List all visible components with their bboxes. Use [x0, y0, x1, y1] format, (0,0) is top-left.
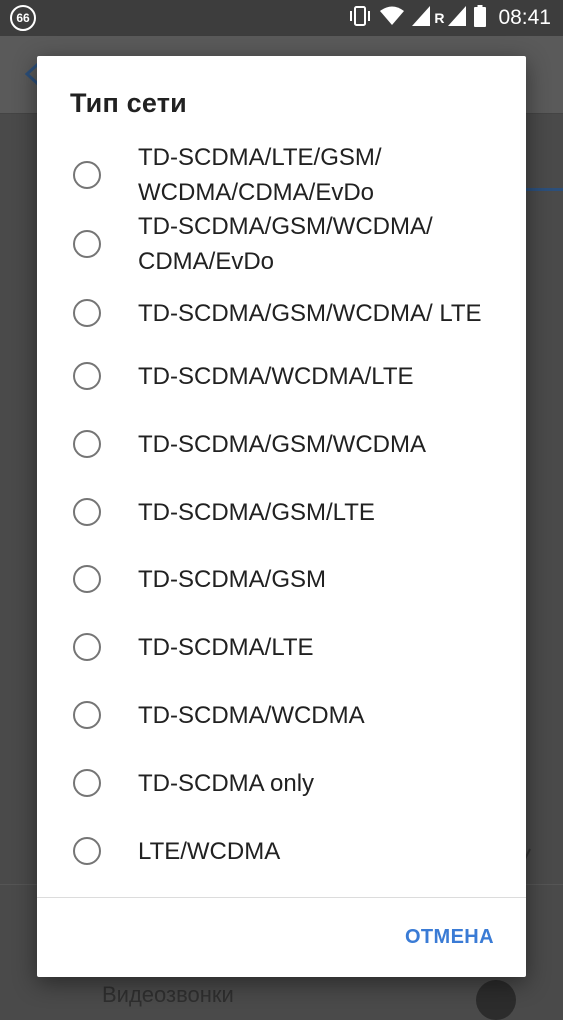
radio-button[interactable]: [73, 769, 101, 797]
option-label: TD-SCDMA/GSM/LTE: [138, 498, 375, 526]
radio-button[interactable]: [73, 161, 101, 189]
background-setting-label: Видеозвонки: [102, 982, 234, 1007]
background-toggle: [476, 980, 516, 1020]
option-row[interactable]: TD-SCDMA/GSM/WCDMA/ LTE: [37, 278, 526, 348]
option-label: TD-SCDMA/GSM: [138, 565, 326, 593]
option-label: TD-SCDMA/GSM/WCDMA/ CDMA/EvDo: [138, 213, 433, 275]
radio-button[interactable]: [73, 299, 101, 327]
option-row[interactable]: TD-SCDMA/LTE/GSM/ WCDMA/CDMA/EvDo: [37, 140, 526, 210]
option-label: TD-SCDMA/GSM/WCDMA: [138, 430, 426, 458]
background-tab-indicator: [523, 188, 563, 191]
radio-button[interactable]: [73, 701, 101, 729]
option-row[interactable]: TD-SCDMA only: [37, 755, 526, 811]
option-row[interactable]: TD-SCDMA/WCDMA/LTE: [37, 348, 526, 404]
option-row[interactable]: TD-SCDMA/WCDMA: [37, 687, 526, 743]
radio-button[interactable]: [73, 498, 101, 526]
option-row[interactable]: TD-SCDMA/GSM: [37, 551, 526, 607]
radio-button[interactable]: [73, 837, 101, 865]
option-label: TD-SCDMA/WCDMA: [138, 701, 365, 729]
cancel-button[interactable]: ОТМЕНА: [405, 926, 494, 949]
radio-button[interactable]: [73, 565, 101, 593]
roaming-label: R: [434, 10, 445, 26]
option-row[interactable]: TD-SCDMA/GSM/WCDMA/ CDMA/EvDo: [37, 209, 526, 279]
option-row[interactable]: LTE/WCDMA: [37, 823, 526, 879]
clock: 08:41: [498, 6, 551, 29]
status-bar: 66 R 08:41: [0, 0, 563, 36]
option-label: TD-SCDMA/LTE/GSM/ WCDMA/CDMA/EvDo: [138, 144, 382, 206]
radio-button[interactable]: [73, 430, 101, 458]
dialog-title: Тип сети: [70, 88, 187, 118]
option-row[interactable]: TD-SCDMA/GSM/LTE: [37, 484, 526, 540]
option-label: TD-SCDMA/GSM/WCDMA/ LTE: [138, 299, 482, 327]
option-row[interactable]: TD-SCDMA/GSM/WCDMA: [37, 416, 526, 472]
network-type-dialog: Тип сети TD-SCDMA/LTE/GSM/ WCDMA/CDMA/Ev…: [37, 56, 526, 977]
wifi-icon: [380, 6, 405, 31]
radio-button[interactable]: [73, 362, 101, 390]
option-label: TD-SCDMA/WCDMA/LTE: [138, 362, 414, 390]
status-icons: R 08:41: [348, 4, 551, 32]
option-row[interactable]: TD-SCDMA/LTE: [37, 619, 526, 675]
radio-button[interactable]: [73, 633, 101, 661]
vibrate-icon: [348, 5, 372, 32]
option-label: TD-SCDMA only: [138, 769, 315, 797]
signal-icon: [412, 5, 431, 31]
radio-button[interactable]: [73, 230, 101, 258]
signal-icon-2: [448, 5, 467, 31]
option-label: LTE/WCDMA: [138, 837, 281, 865]
option-label: TD-SCDMA/LTE: [138, 633, 314, 661]
dialog-divider: [37, 897, 526, 898]
notification-badge: 66: [10, 5, 36, 31]
battery-icon: [474, 4, 487, 32]
